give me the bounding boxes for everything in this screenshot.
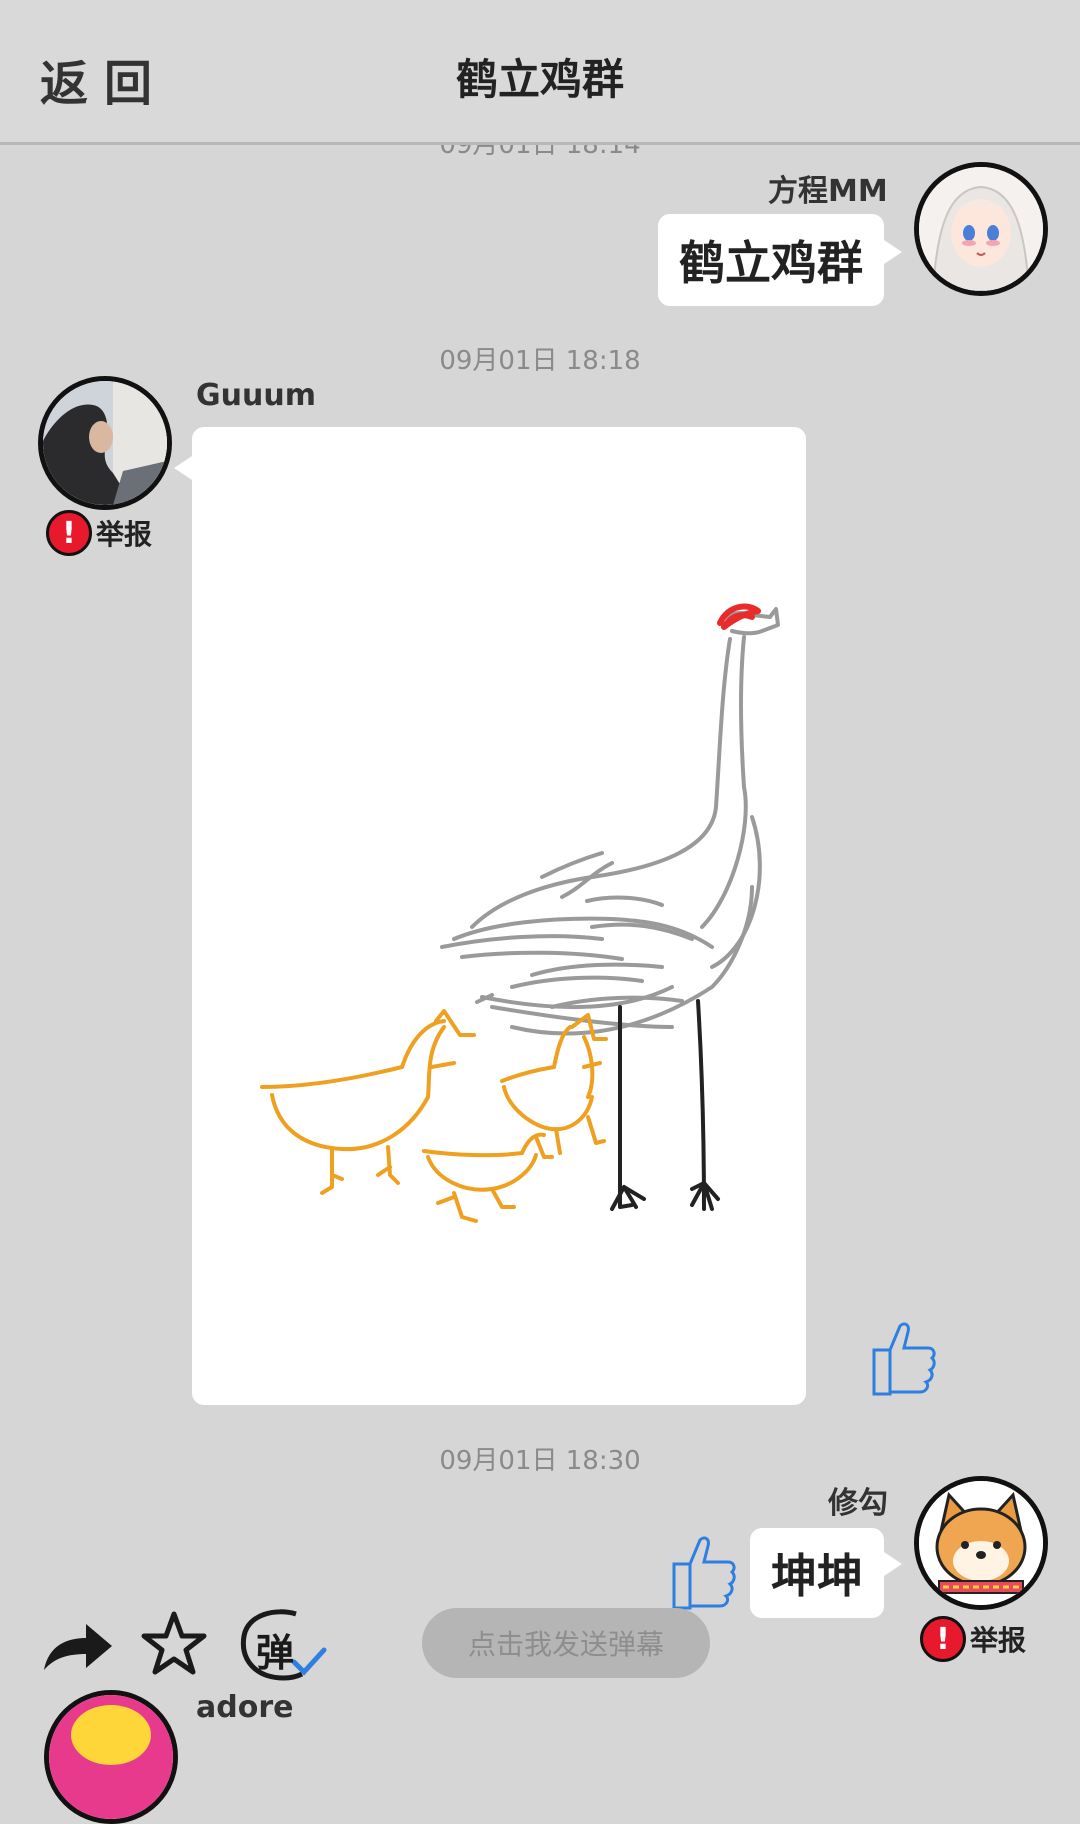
sender-name: Guuum xyxy=(196,378,316,413)
message-text: 鹤立鸡群 xyxy=(679,236,863,290)
danmaku-toggle-icon[interactable]: 弹 xyxy=(236,1606,328,1686)
timestamp: 09月01日 18:18 xyxy=(439,346,641,376)
avatar[interactable] xyxy=(38,376,172,510)
like-thumbs-up-icon[interactable] xyxy=(868,1320,938,1404)
danmaku-input[interactable]: 点击我发送弹幕 xyxy=(422,1608,710,1678)
avatar[interactable] xyxy=(44,1690,178,1824)
message-bubble[interactable]: 坤坤 xyxy=(750,1528,884,1618)
anime-girl-avatar-icon xyxy=(919,167,1043,291)
star-icon[interactable] xyxy=(140,1610,208,1682)
sender-name: 修勾 xyxy=(828,1486,888,1521)
message-text: 坤坤 xyxy=(771,1549,863,1603)
bubble-tail xyxy=(884,240,902,264)
yellow-character-avatar-icon xyxy=(49,1695,173,1819)
share-arrow-icon[interactable] xyxy=(40,1618,116,1678)
report-label: 举报 xyxy=(96,518,153,551)
avatar[interactable] xyxy=(914,162,1048,296)
bubble-tail xyxy=(884,1552,902,1576)
exclamation-icon: ! xyxy=(46,510,92,556)
bubble-tail xyxy=(174,456,192,480)
sender-name: 方程MM xyxy=(768,174,888,209)
top-bar: 返回 鹤立鸡群 xyxy=(0,0,1080,145)
report-button[interactable]: ! 举报 xyxy=(46,510,152,556)
page-title: 鹤立鸡群 xyxy=(455,55,624,104)
drawing-message[interactable] xyxy=(192,427,806,1405)
avatar[interactable] xyxy=(914,1476,1048,1610)
message-bubble[interactable]: 鹤立鸡群 xyxy=(658,214,884,306)
like-thumbs-up-icon[interactable] xyxy=(668,1534,738,1618)
danmaku-icon-text: 弹 xyxy=(256,1631,295,1675)
exclamation-icon: ! xyxy=(920,1616,966,1662)
crane-and-chickens-drawing xyxy=(260,603,780,1223)
report-label: 举报 xyxy=(970,1624,1027,1657)
timestamp: 09月01日 18:30 xyxy=(439,1446,641,1476)
person-photo-avatar-icon xyxy=(43,381,167,505)
shiba-dog-avatar-icon xyxy=(919,1481,1043,1605)
sender-name: adore xyxy=(196,1690,294,1725)
report-button[interactable]: ! 举报 xyxy=(920,1616,1026,1662)
